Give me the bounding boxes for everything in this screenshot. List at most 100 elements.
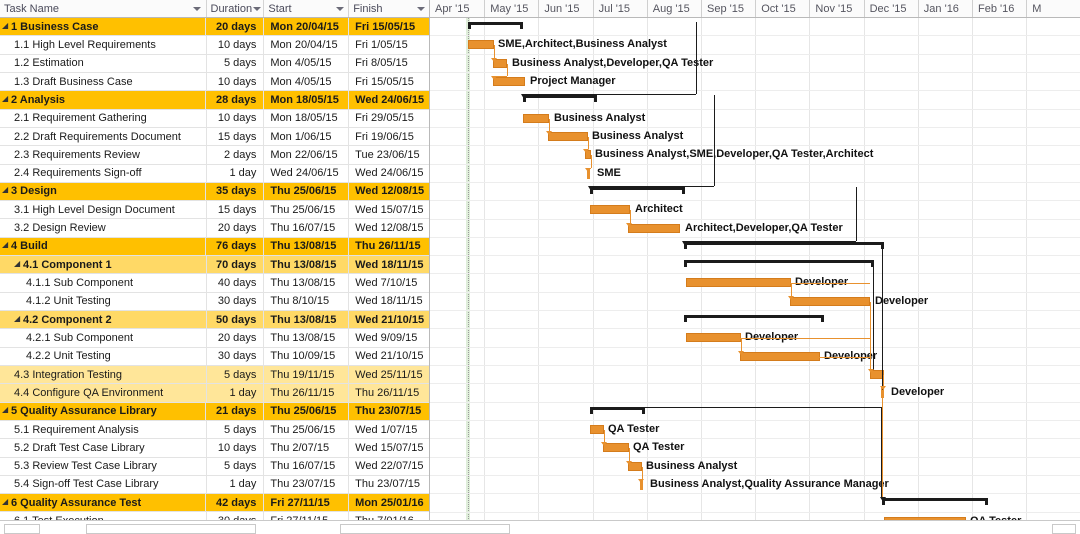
task-bar[interactable] [740,352,820,361]
task-bar[interactable] [790,297,870,306]
task-bar[interactable] [493,77,525,86]
row-separator [430,292,1080,293]
table-row[interactable]: 5.1 Requirement Analysis5 daysThu 25/06/… [0,421,429,439]
task-bar[interactable] [590,205,630,214]
collapse-triangle-icon[interactable]: ◢ [2,406,11,414]
cell-duration: 1 day [207,384,265,401]
cell-start: Thu 8/10/15 [264,293,349,310]
table-row[interactable]: 4.3 Integration Testing5 daysThu 19/11/1… [0,366,429,384]
table-row[interactable]: 2.1 Requirement Gathering10 daysMon 18/0… [0,110,429,128]
link-line [629,448,630,460]
filter-arrow-icon[interactable] [193,4,202,13]
cell-duration: 20 days [207,329,265,346]
task-name-label: 4.2.2 Unit Testing [26,350,111,362]
cell-start: Thu 16/07/15 [264,219,349,236]
task-bar[interactable] [548,132,588,141]
collapse-triangle-icon[interactable]: ◢ [2,498,11,506]
table-row[interactable]: ◢5 Quality Assurance Library21 daysThu 2… [0,403,429,421]
resource-label: Business Analyst,Quality Assurance Manag… [650,479,889,490]
cell-start: Fri 27/11/15 [264,494,349,511]
task-bar[interactable] [468,40,494,49]
summary-bar[interactable] [523,95,597,102]
task-bar[interactable] [628,224,680,233]
link-arrow [880,497,886,502]
timescale-month: M [1026,0,1080,17]
table-row[interactable]: ◢3 Design35 daysThu 25/06/15Wed 12/08/15 [0,183,429,201]
table-row[interactable]: 4.1.2 Unit Testing30 daysThu 8/10/15Wed … [0,293,429,311]
summary-bar[interactable] [684,260,874,267]
link-line [494,45,495,57]
summary-bar[interactable] [468,22,523,29]
collapse-triangle-icon[interactable]: ◢ [14,260,23,268]
task-bar[interactable] [686,278,791,287]
cell-duration: 20 days [207,219,265,236]
cell-finish: Wed 21/10/15 [349,348,429,365]
row-separator [430,512,1080,513]
timescale-month: May '15 [484,0,538,17]
collapse-triangle-icon[interactable]: ◢ [2,241,11,249]
table-row[interactable]: 4.4 Configure QA Environment1 dayThu 26/… [0,384,429,402]
link-line [549,119,550,131]
collapse-triangle-icon[interactable]: ◢ [2,186,11,194]
table-row[interactable]: 1.1 High Level Requirements10 daysMon 20… [0,36,429,54]
collapse-triangle-icon[interactable]: ◢ [2,95,11,103]
cell-finish: Fri 19/06/15 [349,128,429,145]
filter-arrow-icon[interactable] [252,4,261,13]
cell-task-name: 2.1 Requirement Gathering [0,110,207,127]
table-row[interactable]: 5.2 Draft Test Case Library10 daysThu 2/… [0,439,429,457]
filter-arrow-icon[interactable] [416,4,425,13]
table-row[interactable]: ◢6 Quality Assurance Test42 daysFri 27/1… [0,494,429,512]
summary-bar[interactable] [684,315,824,322]
table-row[interactable]: ◢4.2 Component 250 daysThu 13/08/15Wed 2… [0,311,429,329]
summary-bar[interactable] [882,498,988,505]
cell-task-name: 5.1 Requirement Analysis [0,421,207,438]
cell-duration: 10 days [207,439,265,456]
table-row[interactable]: ◢2 Analysis28 daysMon 18/05/15Wed 24/06/… [0,91,429,109]
table-row[interactable]: 5.4 Sign-off Test Case Library1 dayThu 2… [0,476,429,494]
row-separator [430,328,1080,329]
collapse-triangle-icon[interactable]: ◢ [14,315,23,323]
task-name-label: 1.3 Draft Business Case [14,76,133,88]
table-row[interactable]: 2.4 Requirements Sign-off1 dayWed 24/06/… [0,165,429,183]
column-header-task-name[interactable]: Task Name [0,0,207,17]
task-name-label: 4.2.1 Sub Component [26,332,133,344]
cell-task-name: 2.4 Requirements Sign-off [0,165,207,182]
table-row[interactable]: 4.2.1 Sub Component20 daysThu 13/08/15We… [0,329,429,347]
summary-bar[interactable] [684,242,884,249]
collapse-triangle-icon[interactable]: ◢ [2,22,11,30]
table-row[interactable]: ◢4 Build76 daysThu 13/08/15Thu 26/11/15 [0,238,429,256]
column-header-finish[interactable]: Finish [349,0,429,17]
cell-start: Mon 18/05/15 [264,91,349,108]
summary-bar[interactable] [590,187,685,194]
task-bar[interactable] [523,114,549,123]
table-row[interactable]: 2.2 Draft Requirements Document15 daysMo… [0,128,429,146]
cell-task-name: ◢6 Quality Assurance Test [0,494,206,511]
table-row[interactable]: 1.3 Draft Business Case10 daysMon 4/05/1… [0,73,429,91]
link-arrow [585,168,591,172]
column-header-start[interactable]: Start [264,0,349,17]
summary-bar[interactable] [590,407,645,414]
filter-arrow-icon[interactable] [335,4,344,13]
table-row[interactable]: ◢4.1 Component 170 daysThu 13/08/15Wed 1… [0,256,429,274]
table-row[interactable]: 4.1.1 Sub Component40 daysThu 13/08/15We… [0,274,429,292]
table-row[interactable]: 1.2 Estimation5 daysMon 4/05/15Fri 8/05/… [0,55,429,73]
row-separator [430,54,1080,55]
table-row[interactable]: 3.1 High Level Design Document15 daysThu… [0,201,429,219]
table-row[interactable]: 5.3 Review Test Case Library5 daysThu 16… [0,458,429,476]
cell-duration: 15 days [207,128,265,145]
resource-label: Business Analyst [592,131,683,142]
gantt-plot-area[interactable]: SME,Architect,Business AnalystBusiness A… [430,18,1080,533]
cell-start: Mon 4/05/15 [264,55,349,72]
table-row[interactable]: 3.2 Design Review20 daysThu 16/07/15Wed … [0,219,429,237]
row-separator [430,200,1080,201]
task-bar[interactable] [686,333,741,342]
table-row[interactable]: 4.2.2 Unit Testing30 daysThu 10/09/15Wed… [0,348,429,366]
table-row[interactable]: 2.3 Requirements Review2 daysMon 22/06/1… [0,146,429,164]
column-header-duration[interactable]: Duration [207,0,265,17]
cell-task-name: ◢2 Analysis [0,91,206,108]
table-row[interactable]: ◢1 Business Case20 daysMon 20/04/15Fri 1… [0,18,429,36]
grid-body: ◢1 Business Case20 daysMon 20/04/15Fri 1… [0,18,429,531]
link-arrow [583,149,589,153]
task-name-label: 4.1 Component 1 [23,259,112,271]
task-bar[interactable] [590,425,604,434]
